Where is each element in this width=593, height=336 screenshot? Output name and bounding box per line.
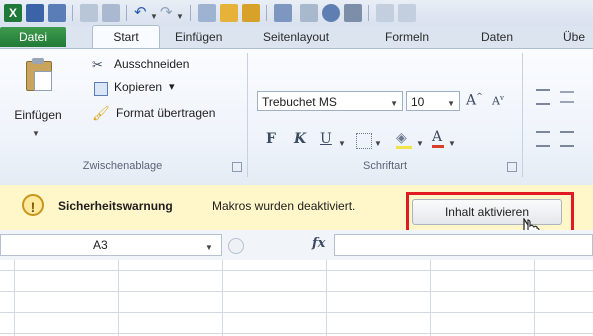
grid-icon[interactable] [344, 4, 362, 22]
worksheet-grid[interactable] [0, 260, 593, 336]
undo-dropdown-icon[interactable]: ▼ [150, 8, 158, 22]
security-warning-message: Makros wurden deaktiviert. [212, 199, 356, 213]
redo-dropdown-icon[interactable]: ▼ [176, 8, 184, 22]
group-label-zwischenablage: Zwischenablage [82, 160, 163, 172]
font-size-value: 10 [411, 95, 425, 109]
tab-ueberpruefen[interactable]: Übe [563, 26, 585, 48]
excel-logo-icon: X [4, 4, 22, 22]
scissors-icon: ✂ [92, 57, 103, 72]
underline-button[interactable]: U [320, 131, 332, 147]
table-icon[interactable] [300, 4, 318, 22]
toolbar-separator [266, 5, 267, 21]
tab-seitenlayout[interactable]: Seitenlayout [263, 26, 329, 48]
tab-start[interactable]: Start [92, 25, 160, 50]
dialog-launcher-icon[interactable] [232, 162, 242, 172]
group-separator [247, 53, 248, 177]
tab-einfuegen[interactable]: Einfügen [175, 26, 222, 48]
group-separator [522, 53, 523, 177]
italic-button[interactable]: K [294, 131, 306, 147]
font-name-value: Trebuchet MS [262, 95, 337, 109]
grid-line [118, 260, 119, 336]
zoom-icon[interactable] [322, 4, 340, 22]
tab-daten[interactable]: Daten [481, 26, 513, 48]
print-preview-icon[interactable] [80, 4, 98, 22]
font-size-combobox[interactable]: 10 ▼ [406, 91, 460, 111]
toolbar-separator [190, 5, 191, 21]
undo-icon[interactable]: ↶ [134, 3, 147, 21]
grow-font-icon[interactable]: A^ [466, 92, 483, 109]
bold-button[interactable]: F [266, 131, 276, 147]
print-icon[interactable] [102, 4, 120, 22]
cut-label: Ausschneiden [114, 57, 190, 71]
quick-access-toolbar: X ↶ ▼ ↷ ▼ [0, 0, 593, 27]
border-dropdown-icon[interactable]: ▼ [374, 135, 382, 149]
redo-icon[interactable]: ↷ [160, 3, 173, 21]
formula-bar-resize-icon[interactable] [228, 238, 244, 254]
name-box-value: A3 [93, 238, 108, 252]
more-icon[interactable] [398, 4, 416, 22]
font-color-icon[interactable]: A [432, 129, 444, 148]
border-icon[interactable] [356, 133, 372, 149]
grid-line [326, 260, 327, 336]
chart-icon[interactable] [274, 4, 292, 22]
toolbar-separator [72, 5, 73, 21]
fill-color-dropdown-icon[interactable]: ▼ [416, 135, 424, 149]
tab-formeln[interactable]: Formeln [385, 26, 429, 48]
ribbon: Einfügen ▼ ✂ Ausschneiden Kopieren ▾ 🖌 F… [0, 48, 593, 187]
fill-color-icon[interactable]: ◈ [396, 129, 412, 149]
group-label-schriftart: Schriftart [362, 160, 407, 172]
align-top-icon[interactable] [536, 89, 550, 105]
font-color-dropdown-icon[interactable]: ▼ [448, 135, 456, 149]
warning-icon: ! [22, 194, 44, 216]
name-box-dropdown-icon[interactable]: ▼ [205, 239, 213, 253]
paste-button[interactable]: Einfügen ▼ [8, 53, 68, 149]
grid-line [0, 270, 593, 271]
toolbar-separator [368, 5, 369, 21]
paintbrush-icon: 🖌 [92, 105, 110, 121]
formula-bar: A3 ▼ fx [0, 230, 593, 261]
font-size-dropdown-icon[interactable]: ▼ [447, 92, 455, 114]
sort-icon[interactable] [198, 4, 216, 22]
ribbon-tab-bar: Datei Start Einfügen Seitenlayout Formel… [0, 25, 593, 50]
grid-line [0, 312, 593, 313]
clipboard-icon [26, 58, 52, 91]
save-icon[interactable] [26, 4, 44, 22]
toolbar-separator [126, 5, 127, 21]
grid-line [0, 333, 593, 334]
underline-dropdown-icon[interactable]: ▼ [338, 135, 346, 149]
formula-input[interactable] [334, 234, 593, 256]
font-name-dropdown-icon[interactable]: ▼ [390, 92, 398, 114]
shrink-font-icon[interactable]: Av [492, 94, 504, 108]
lock-icon[interactable] [242, 4, 260, 22]
font-dialog-launcher-icon[interactable] [507, 162, 517, 172]
name-box[interactable]: A3 ▼ [0, 234, 222, 256]
paste-label: Einfügen [14, 108, 62, 122]
copy-label: Kopieren [114, 80, 163, 94]
align-center-icon[interactable] [560, 131, 574, 147]
spelling-check-icon[interactable] [220, 4, 238, 22]
security-warning-title: Sicherheitswarnung [58, 199, 173, 213]
paste-dropdown-icon[interactable]: ▼ [32, 125, 40, 139]
save-as-icon[interactable] [48, 4, 66, 22]
align-middle-icon[interactable] [560, 91, 574, 103]
grid-line [14, 260, 15, 336]
grid-line [430, 260, 431, 336]
format-painter-label: Format übertragen [116, 106, 216, 120]
grid-line [534, 260, 535, 336]
font-name-combobox[interactable]: Trebuchet MS ▼ [257, 91, 403, 111]
copy-icon [94, 82, 108, 96]
window-icon[interactable] [376, 4, 394, 22]
align-left-icon[interactable] [536, 131, 550, 147]
insert-function-button[interactable]: fx [312, 236, 325, 251]
grid-line [0, 291, 593, 292]
tab-datei[interactable]: Datei [0, 27, 66, 47]
copy-dropdown-icon[interactable]: ▾ [169, 80, 175, 93]
grid-line [222, 260, 223, 336]
